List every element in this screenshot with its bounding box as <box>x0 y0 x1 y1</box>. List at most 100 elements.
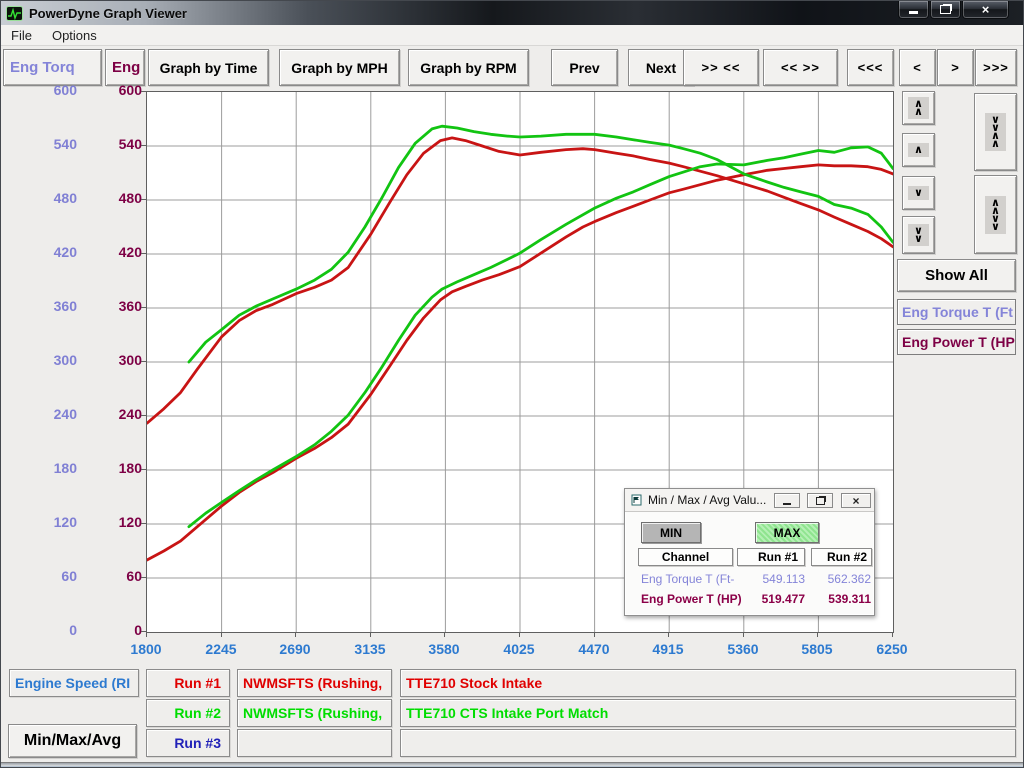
run1-description: NWMSFTS (Rushing, <box>237 669 392 697</box>
y-scroll-down-button[interactable]: ∨ <box>902 176 935 210</box>
torque-tick-label: 420 <box>31 244 77 260</box>
x-tick-mark <box>817 632 818 637</box>
torque-channel-button[interactable]: Eng Torq <box>3 49 102 86</box>
minmax-maximize-button[interactable] <box>807 493 833 508</box>
rpm-tick-label: 1800 <box>116 641 176 657</box>
torque-tick-label: 120 <box>31 514 77 530</box>
run2-column-header: Run #2 <box>811 548 872 566</box>
zoom-in-x-button[interactable]: >> << <box>683 49 759 86</box>
x-axis-channel-label: Engine Speed (RI <box>9 669 139 697</box>
x-tick-mark <box>668 632 669 637</box>
run1-label: Run #1 <box>146 669 230 697</box>
rpm-tick-label: 3580 <box>414 641 474 657</box>
rpm-tick-label: 3135 <box>340 641 400 657</box>
power-tick-label: 240 <box>96 406 142 422</box>
graph-by-time-button[interactable]: Graph by Time <box>148 49 269 86</box>
powerdyne-window: PowerDyne Graph Viewer × File Options En… <box>0 0 1024 768</box>
x-tick-mark <box>146 632 147 637</box>
prev-button[interactable]: Prev <box>551 49 618 86</box>
minmaxavg-button[interactable]: Min/Max/Avg <box>8 724 137 758</box>
restore-icon <box>816 497 825 505</box>
torque-tick-label: 0 <box>31 622 77 638</box>
torque-tick-label: 240 <box>31 406 77 422</box>
run2-torque-curve <box>189 126 893 362</box>
x-tick-mark <box>370 632 371 637</box>
scroll-right-button[interactable]: > <box>937 49 974 86</box>
channel-column-header: Channel <box>638 548 733 566</box>
power-channel-button[interactable]: Eng Powe <box>105 49 145 86</box>
window-title: PowerDyne Graph Viewer <box>29 6 187 21</box>
run1-column-header: Run #1 <box>737 548 805 566</box>
power-tick-label: 360 <box>96 298 142 314</box>
flag-icon <box>631 494 643 506</box>
x-tick-mark <box>295 632 296 637</box>
x-tick-mark <box>519 632 520 637</box>
rpm-tick-label: 5805 <box>787 641 847 657</box>
minimize-icon <box>783 503 791 505</box>
y-zoom-in-button[interactable]: ∨ ∨ ∧ ∧ <box>974 93 1017 171</box>
menubar: File Options <box>1 25 1024 46</box>
min-toggle-button[interactable]: MIN <box>641 522 701 543</box>
scroll-left-button[interactable]: < <box>899 49 936 86</box>
rpm-tick-label: 6250 <box>862 641 922 657</box>
minmax-minimize-button[interactable] <box>774 493 800 508</box>
graph-by-rpm-button[interactable]: Graph by RPM <box>408 49 529 86</box>
x-tick-mark <box>444 632 445 637</box>
zoom-out-x-button[interactable]: << >> <box>763 49 838 86</box>
zoom-in-vertical-icon: ∨ ∨ ∧ ∧ <box>985 113 1006 151</box>
y-scroll-up-fast-button[interactable]: ∧ ∧ <box>902 91 935 125</box>
chevron-up-icon: ∧ <box>908 143 929 157</box>
power-tick-label: 480 <box>96 190 142 206</box>
run3-label: Run #3 <box>146 729 230 757</box>
torque-tick-label: 180 <box>31 460 77 476</box>
power-tick-label: 60 <box>96 568 142 584</box>
torque-row-run2-max: 562.362 <box>809 571 871 586</box>
x-tick-mark <box>892 632 893 637</box>
torque-tick-label: 360 <box>31 298 77 314</box>
close-icon: × <box>982 2 990 17</box>
power-row-run2-max: 539.311 <box>809 591 871 606</box>
torque-row-channel: Eng Torque T (Ft- <box>641 571 734 586</box>
maximize-button[interactable] <box>930 1 961 19</box>
chevron-down-icon: ∨ <box>908 186 929 200</box>
minimize-icon <box>909 11 918 14</box>
x-tick-mark <box>743 632 744 637</box>
torque-tick-label: 480 <box>31 190 77 206</box>
graph-by-mph-button[interactable]: Graph by MPH <box>279 49 400 86</box>
minmax-titlebar[interactable]: Min / Max / Avg Valu... × <box>625 489 874 512</box>
torque-tick-label: 600 <box>31 82 77 98</box>
rpm-tick-label: 4915 <box>638 641 698 657</box>
show-all-button[interactable]: Show All <box>897 259 1016 292</box>
run2-note: TTE710 CTS Intake Port Match <box>400 699 1016 727</box>
menu-file[interactable]: File <box>1 28 42 43</box>
power-tick-label: 120 <box>96 514 142 530</box>
minmax-window[interactable]: Min / Max / Avg Valu... × MIN MAX Channe… <box>624 488 875 616</box>
power-tick-label: 180 <box>96 460 142 476</box>
scroll-far-right-button[interactable]: >>> <box>975 49 1017 86</box>
minimize-button[interactable] <box>898 1 929 19</box>
titlebar[interactable]: PowerDyne Graph Viewer × <box>1 1 1024 25</box>
y-zoom-out-button[interactable]: ∧ ∧ ∨ ∨ <box>974 175 1017 254</box>
x-tick-mark <box>221 632 222 637</box>
minmax-title: Min / Max / Avg Valu... <box>648 493 766 507</box>
x-tick-mark <box>594 632 595 637</box>
power-tick-label: 0 <box>96 622 142 638</box>
chevron-double-down-icon: ∨ ∨ <box>908 224 929 246</box>
app-icon <box>6 6 23 21</box>
power-row-run1-max: 519.477 <box>735 591 805 606</box>
rpm-tick-label: 4470 <box>564 641 624 657</box>
power-row-channel: Eng Power T (HP) <box>641 591 742 606</box>
power-tick-label: 300 <box>96 352 142 368</box>
zoom-out-vertical-icon: ∧ ∧ ∨ ∨ <box>985 196 1006 234</box>
power-tick-label: 600 <box>96 82 142 98</box>
scroll-far-left-button[interactable]: <<< <box>847 49 894 86</box>
y-scroll-up-button[interactable]: ∧ <box>902 133 935 167</box>
torque-tick-label: 60 <box>31 568 77 584</box>
max-toggle-button[interactable]: MAX <box>755 522 819 543</box>
torque-axis-label: Eng Torque T (Ft <box>897 299 1016 325</box>
menu-options[interactable]: Options <box>42 28 107 43</box>
minmax-close-button[interactable]: × <box>841 493 871 508</box>
close-button[interactable]: × <box>962 1 1009 19</box>
restore-icon <box>940 5 951 14</box>
y-scroll-down-fast-button[interactable]: ∨ ∨ <box>902 216 935 254</box>
